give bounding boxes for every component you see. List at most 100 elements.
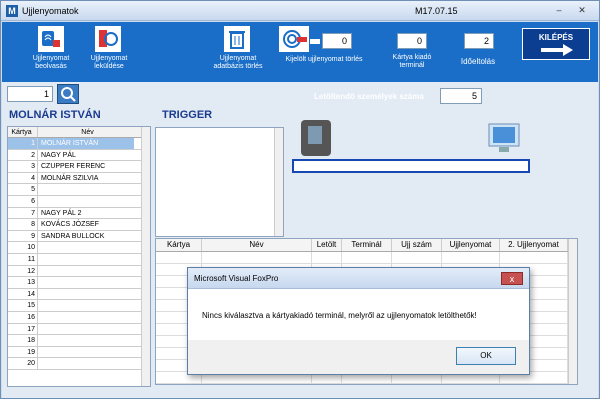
- list-item-card: 9: [8, 230, 38, 242]
- list-item-card: 6: [8, 195, 38, 207]
- list-item-name: [38, 358, 134, 369]
- list-item[interactable]: 9 SANDRA BULLOCK: [8, 230, 150, 243]
- list-item-card: 1: [8, 138, 38, 149]
- list-item-name: [38, 242, 134, 253]
- search-input[interactable]: 1: [7, 86, 53, 102]
- grid-header-card: Kártya: [156, 239, 202, 251]
- grid-header-download: Letölt: [312, 239, 342, 251]
- list-item-name: [38, 254, 134, 265]
- list-item-card: 15: [8, 300, 38, 311]
- close-button[interactable]: ✕: [572, 5, 592, 17]
- list-item[interactable]: 7 NAGY PÁL 2: [8, 207, 150, 220]
- trigger-scrollbar[interactable]: [274, 128, 283, 236]
- list-item-name: NAGY PÁL 2: [41, 209, 82, 217]
- download-count-field[interactable]: 5: [440, 88, 482, 104]
- exit-button[interactable]: KILÉPÉS: [522, 28, 590, 60]
- progress-bar: [292, 159, 530, 173]
- minimize-button[interactable]: –: [549, 5, 569, 17]
- grid-header-name: Név: [202, 239, 312, 251]
- dialog-close-button[interactable]: x: [501, 272, 523, 285]
- list-item[interactable]: 1 MOLNÁR ISTVÁN: [8, 138, 150, 150]
- grid-row[interactable]: [156, 252, 577, 264]
- list-item-card: 7: [8, 207, 38, 219]
- list-item-name: [38, 184, 134, 195]
- search-button[interactable]: [57, 84, 79, 104]
- card-terminal-field[interactable]: 0: [397, 33, 427, 49]
- trigger-label: TRIGGER: [162, 109, 213, 121]
- list-item-card: 10: [8, 242, 38, 253]
- grid-cell: [156, 252, 202, 263]
- grid-header-fingerprint: Ujjlenyomat: [442, 239, 500, 251]
- dialog-message: Nincs kiválasztva a kártyakiadó terminál…: [202, 311, 477, 320]
- list-item-card: 20: [8, 358, 38, 369]
- selected-value-field[interactable]: 0: [322, 33, 352, 49]
- list-item[interactable]: 5: [8, 184, 150, 196]
- list-item-name: [38, 289, 134, 300]
- list-body: 1 MOLNÁR ISTVÁN 2 NAGY PÁL 3 CZUPPER FERENC 4 M…: [8, 138, 150, 370]
- list-item-card: 18: [8, 335, 38, 346]
- fingerprint-send-icon[interactable]: [95, 26, 121, 52]
- list-item[interactable]: 11: [8, 253, 150, 266]
- list-item[interactable]: 10: [8, 242, 150, 254]
- selected-person-name: MOLNÁR ISTVÁN: [9, 109, 101, 121]
- list-item-name: MOLNÁR ISTVÁN: [38, 138, 134, 149]
- list-item-card: 5: [8, 184, 38, 195]
- download-count-label: Letöltendő személyek száma: [314, 92, 424, 101]
- list-item-name: [38, 335, 134, 346]
- person-list[interactable]: Kártya Név 1 MOLNÁR ISTVÁN 2 NAGY PÁL 3 CZUPP…: [7, 126, 151, 387]
- list-item-name: [38, 266, 134, 277]
- fingerprint-reader-icon: [299, 118, 335, 158]
- list-item-card: 19: [8, 346, 38, 358]
- list-item[interactable]: 13: [8, 277, 150, 289]
- card-terminal-label: Kártya kiadó terminál: [392, 54, 432, 69]
- list-item-card: 11: [8, 253, 38, 265]
- grid-cell: [342, 252, 392, 263]
- list-item[interactable]: 2 NAGY PÁL: [8, 149, 150, 162]
- list-item[interactable]: 6: [8, 195, 150, 208]
- dialog-ok-button[interactable]: OK: [456, 347, 516, 365]
- trash-database-icon[interactable]: [224, 26, 250, 52]
- list-item-card: 16: [8, 311, 38, 323]
- slider-dash: [310, 39, 320, 44]
- list-item[interactable]: 17: [8, 323, 150, 336]
- list-item-card: 12: [8, 265, 38, 277]
- list-item[interactable]: 18: [8, 335, 150, 347]
- list-item-card: 3: [8, 161, 38, 172]
- app-logo-icon: M: [6, 5, 18, 17]
- window-title: Ujjlenyomatok: [22, 6, 79, 16]
- list-item-name: NAGY PÁL: [41, 151, 76, 159]
- list-item-name: [38, 300, 134, 311]
- list-item-name: [38, 324, 134, 335]
- grid-header-fingerprint2: 2. Ujjlenyomat: [500, 239, 568, 251]
- dialog-body: Nincs kiválasztva a kártyakiadó terminál…: [188, 289, 529, 340]
- timeout-label: Időeltolás: [460, 57, 496, 66]
- list-scrollbar[interactable]: [141, 127, 150, 386]
- dialog-title: Microsoft Visual FoxPro: [194, 274, 279, 283]
- timeout-field[interactable]: 2: [464, 33, 494, 49]
- list-item[interactable]: 3 CZUPPER FERENC: [8, 161, 150, 173]
- trigger-box[interactable]: [155, 127, 284, 237]
- list-item[interactable]: 12: [8, 265, 150, 278]
- grid-scrollbar[interactable]: [568, 239, 577, 384]
- version-label: M17.07.15: [415, 6, 458, 16]
- fingerprint-delete-icon[interactable]: [279, 26, 309, 52]
- list-item[interactable]: 8 KOVÁCS JÓZSEF: [8, 219, 150, 231]
- list-item-card: 13: [8, 277, 38, 288]
- list-item[interactable]: 20: [8, 358, 150, 370]
- list-item-card: 4: [8, 172, 38, 184]
- list-item[interactable]: 19: [8, 346, 150, 359]
- dialog-title-bar: Microsoft Visual FoxPro x: [188, 268, 529, 289]
- computer-monitor-icon: [486, 122, 522, 156]
- list-item[interactable]: 16: [8, 311, 150, 324]
- fingerprint-read-icon[interactable]: [38, 26, 64, 52]
- app-window: M Ujjlenyomatok M17.07.15 – ✕ Ujjlenyoma…: [0, 0, 600, 399]
- list-item-name: [38, 347, 134, 358]
- search-icon: [61, 87, 76, 102]
- list-item[interactable]: 14: [8, 288, 150, 301]
- list-item[interactable]: 15: [8, 300, 150, 312]
- list-item-name: [38, 196, 134, 207]
- list-item-card: 17: [8, 323, 38, 335]
- list-header-name: Név: [81, 129, 94, 136]
- list-item-name: [38, 312, 134, 323]
- list-item[interactable]: 4 MOLNÁR SZILVIA: [8, 172, 150, 185]
